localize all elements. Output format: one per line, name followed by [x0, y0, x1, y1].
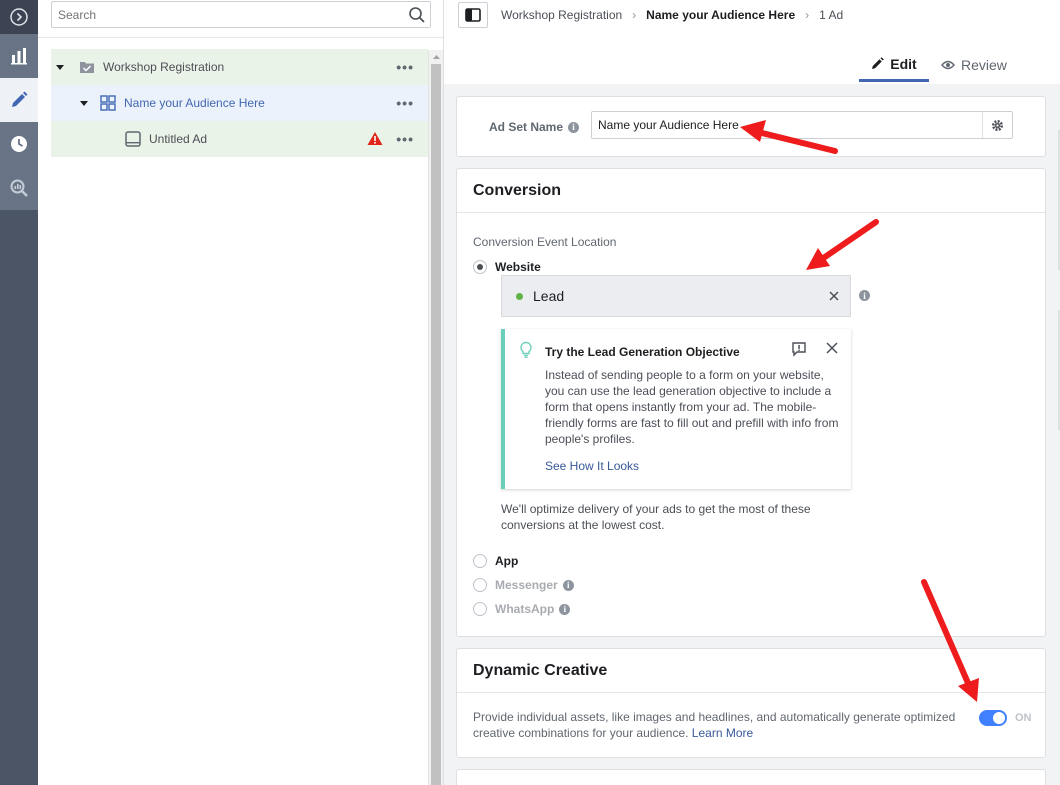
- radio-messenger-label: Messenger: [495, 578, 558, 592]
- radio-website-button[interactable]: [473, 260, 487, 274]
- rail-inspect-button[interactable]: [0, 166, 38, 210]
- close-icon: [829, 291, 839, 301]
- search-input[interactable]: [52, 2, 392, 27]
- sidebar-panel-icon: [465, 8, 481, 22]
- conversion-event-selector[interactable]: Lead: [501, 275, 851, 317]
- optimize-note: We'll optimize delivery of your ads to g…: [501, 502, 811, 532]
- adset-name-settings-button[interactable]: [982, 112, 1012, 138]
- tip-close-button[interactable]: [825, 341, 839, 355]
- tab-edit[interactable]: Edit: [859, 48, 929, 82]
- tab-review-label: Review: [961, 57, 1007, 73]
- bar-chart-icon: [11, 48, 27, 65]
- left-rail: [0, 0, 38, 785]
- breadcrumb-adset[interactable]: Name your Audience Here: [646, 8, 795, 22]
- radio-app[interactable]: App: [473, 554, 518, 568]
- adset-name-card: Ad Set Name i: [456, 96, 1046, 157]
- info-icon[interactable]: i: [562, 579, 574, 591]
- feedback-flag-icon: [792, 342, 806, 357]
- tree-campaign-label: Workshop Registration: [103, 60, 225, 74]
- warning-icon: [367, 132, 383, 145]
- tree-row-campaign[interactable]: Workshop Registration •••: [51, 49, 428, 85]
- caret-down-icon[interactable]: [79, 98, 89, 108]
- chevron-right-circle-icon: [10, 8, 28, 26]
- adset-name-label: Ad Set Name i: [489, 120, 580, 134]
- learn-more-link[interactable]: Learn More: [692, 726, 753, 740]
- radio-messenger-button[interactable]: [473, 578, 487, 592]
- close-icon: [826, 342, 838, 354]
- adset-name-field: [591, 111, 1013, 139]
- tree-adset-label: Name your Audience Here: [124, 96, 265, 110]
- tree-divider: [38, 37, 443, 38]
- tree-scrollbar[interactable]: [428, 50, 443, 785]
- feedback-button[interactable]: [791, 341, 807, 357]
- search-icon[interactable]: [408, 6, 426, 24]
- lead-gen-tip: Try the Lead Generation Objective Instea…: [501, 329, 851, 489]
- ad-more-button[interactable]: •••: [396, 131, 414, 147]
- radio-messenger[interactable]: Messenger i: [473, 578, 574, 592]
- adset-name-input[interactable]: [592, 112, 982, 138]
- info-icon[interactable]: i: [559, 603, 571, 615]
- tree-ad-label: Untitled Ad: [149, 132, 208, 146]
- magnifier-chart-icon: [10, 179, 28, 197]
- info-icon[interactable]: i: [859, 290, 870, 301]
- chevron-right-icon: ›: [805, 8, 810, 22]
- editor-header: Workshop Registration › Name your Audien…: [444, 0, 1060, 84]
- conversion-event-value: Lead: [533, 288, 565, 304]
- chevron-right-icon: ›: [632, 8, 637, 22]
- campaign-folder-icon: [80, 62, 94, 73]
- adset-more-button[interactable]: •••: [396, 95, 414, 111]
- toggle-state-label: ON: [1015, 712, 1032, 724]
- eye-icon: [941, 60, 955, 70]
- lightbulb-icon: [520, 341, 532, 358]
- scroll-up-arrow-icon[interactable]: [430, 52, 443, 62]
- adset-grid-icon: [100, 95, 116, 111]
- rail-edit-button[interactable]: [0, 78, 38, 122]
- breadcrumb-campaign[interactable]: Workshop Registration: [501, 8, 622, 22]
- radio-app-button[interactable]: [473, 554, 487, 568]
- see-how-it-looks-link[interactable]: See How It Looks: [545, 459, 639, 473]
- radio-app-label: App: [495, 554, 519, 568]
- radio-whatsapp-button[interactable]: [473, 602, 487, 616]
- pencil-icon: [872, 57, 885, 69]
- tip-title: Try the Lead Generation Objective: [545, 345, 740, 359]
- dynamic-creative-card: Dynamic Creative Provide individual asse…: [456, 648, 1046, 758]
- tab-review[interactable]: Review: [941, 48, 1021, 82]
- tab-edit-label: Edit: [890, 55, 917, 72]
- radio-website[interactable]: Website: [473, 260, 541, 274]
- clear-event-button[interactable]: [828, 290, 840, 302]
- ad-preview-icon: [125, 131, 141, 147]
- campaign-more-button[interactable]: •••: [396, 59, 414, 75]
- dynamic-creative-description: Provide individual assets, like images a…: [473, 709, 973, 741]
- gear-icon: [992, 119, 1003, 131]
- caret-down-icon[interactable]: [55, 62, 65, 72]
- conversion-card: Conversion Conversion Event Location Web…: [456, 168, 1046, 637]
- breadcrumb-ad-count[interactable]: 1 Ad: [819, 8, 843, 22]
- conversion-title: Conversion: [457, 169, 1045, 213]
- tip-body: Instead of sending people to a form on y…: [545, 368, 839, 446]
- status-dot-icon: [516, 292, 523, 300]
- info-icon[interactable]: i: [568, 121, 580, 133]
- dynamic-creative-toggle[interactable]: [979, 710, 1007, 726]
- tree-row-ad[interactable]: Untitled Ad •••: [51, 121, 428, 157]
- panel-toggle-button[interactable]: [458, 2, 488, 28]
- conversion-location-label: Conversion Event Location: [473, 235, 617, 249]
- clock-icon: [11, 136, 27, 152]
- breadcrumb: Workshop Registration › Name your Audien…: [501, 8, 843, 22]
- next-section-card: [456, 769, 1046, 785]
- expand-rail-button[interactable]: [0, 0, 38, 34]
- tree-row-adset[interactable]: Name your Audience Here •••: [51, 85, 428, 121]
- adset-name-label-text: Ad Set Name: [489, 120, 564, 134]
- tree-scrollbar-thumb[interactable]: [431, 64, 441, 785]
- campaign-tree-panel: Workshop Registration ••• Name your Audi…: [38, 0, 444, 785]
- pencil-icon: [12, 91, 28, 107]
- radio-whatsapp[interactable]: WhatsApp i: [473, 602, 571, 616]
- radio-whatsapp-label: WhatsApp: [495, 602, 555, 616]
- search-box: [51, 1, 431, 28]
- rail-reports-button[interactable]: [0, 34, 38, 78]
- dynamic-creative-title: Dynamic Creative: [457, 649, 1045, 693]
- radio-website-label: Website: [495, 260, 541, 274]
- rail-history-button[interactable]: [0, 122, 38, 166]
- main-editor: Workshop Registration › Name your Audien…: [444, 0, 1060, 785]
